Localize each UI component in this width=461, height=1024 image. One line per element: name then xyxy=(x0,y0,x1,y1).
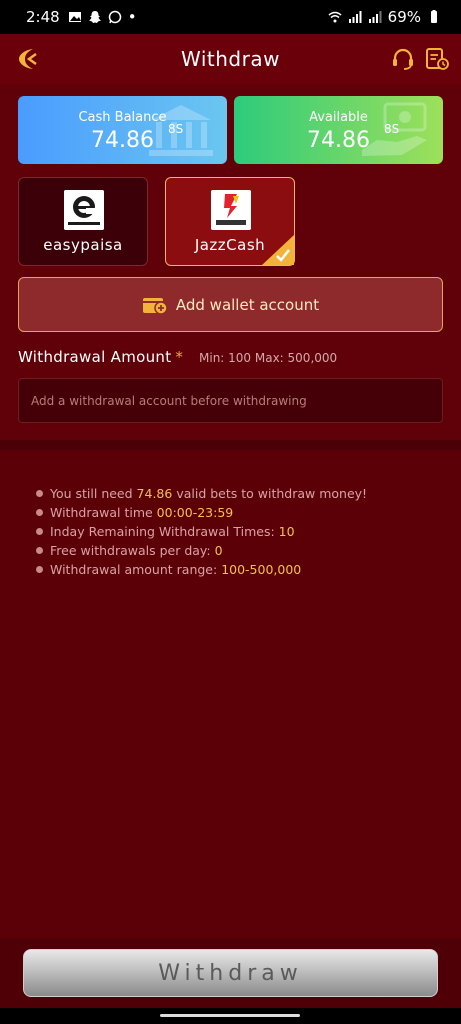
payment-method-easypaisa[interactable]: easypaisa xyxy=(18,177,148,266)
note-item: Free withdrawals per day: 0 xyxy=(36,541,367,560)
support-headset-icon[interactable] xyxy=(390,46,416,72)
available-label: Available xyxy=(309,110,368,125)
withdrawal-notes: You still need 74.86 valid bets to withd… xyxy=(0,450,461,938)
cash-balance-currency: 8S xyxy=(168,122,184,136)
easypaisa-logo xyxy=(64,190,104,230)
battery-percent: 69% xyxy=(387,8,421,26)
add-wallet-button[interactable]: Add wallet account xyxy=(18,277,443,332)
status-dot: • xyxy=(127,8,137,26)
cash-balance-card: Cash Balance 74.86 8S xyxy=(18,96,227,164)
note-item: You still need 74.86 valid bets to withd… xyxy=(36,484,367,503)
back-icon[interactable] xyxy=(14,45,42,73)
available-value: 74.86 xyxy=(307,128,370,153)
add-wallet-label: Add wallet account xyxy=(175,295,320,314)
withdraw-form: Cash Balance 74.86 8S Available 74.86 8S… xyxy=(0,84,461,440)
cash-balance-label: Cash Balance xyxy=(78,110,167,125)
check-icon xyxy=(262,235,294,265)
status-bar: 2:48 • 69% xyxy=(0,0,461,34)
notes-list: You still need 74.86 valid bets to withd… xyxy=(36,484,367,579)
withdrawal-amount-label: Withdrawal Amount * xyxy=(18,348,183,366)
payment-method-name: easypaisa xyxy=(43,236,123,254)
note-item: Withdrawal time 00:00-23:59 xyxy=(36,503,367,522)
status-time: 2:48 xyxy=(26,8,60,26)
cash-balance-value: 74.86 xyxy=(91,128,154,153)
signal-icon xyxy=(348,11,362,23)
battery-icon xyxy=(431,10,437,23)
jazzcash-logo xyxy=(211,190,251,230)
bottom-action-bar: Withdraw xyxy=(0,938,461,1008)
header: Withdraw xyxy=(0,34,461,84)
payment-method-jazzcash[interactable]: JazzCash xyxy=(165,177,295,266)
withdrawal-amount-text: Withdrawal Amount xyxy=(18,348,172,366)
wallet-add-icon xyxy=(142,297,168,315)
withdrawal-amount-input[interactable] xyxy=(18,378,443,423)
withdraw-button[interactable]: Withdraw xyxy=(23,949,438,997)
home-handle[interactable] xyxy=(160,1014,300,1017)
wifi-icon xyxy=(328,11,342,23)
available-balance-card: Available 74.86 8S xyxy=(234,96,443,164)
record-icon[interactable] xyxy=(424,46,450,72)
gallery-icon xyxy=(68,12,81,22)
system-nav-bar xyxy=(0,1008,461,1024)
status-system-icons: 69% xyxy=(328,8,441,26)
status-notification-icons: • xyxy=(68,8,137,26)
section-divider xyxy=(0,440,461,450)
amount-range-hint: Min: 100 Max: 500,000 xyxy=(199,351,338,365)
signal-2-icon xyxy=(368,11,382,23)
note-item: Withdrawal amount range: 100-500,000 xyxy=(36,560,367,579)
note-item: Inday Remaining Withdrawal Times: 10 xyxy=(36,522,367,541)
snapchat-icon xyxy=(88,11,101,23)
whatsapp-icon xyxy=(108,10,121,24)
page-title: Withdraw xyxy=(181,47,280,71)
available-currency: 8S xyxy=(384,122,400,136)
required-mark: * xyxy=(175,348,184,366)
